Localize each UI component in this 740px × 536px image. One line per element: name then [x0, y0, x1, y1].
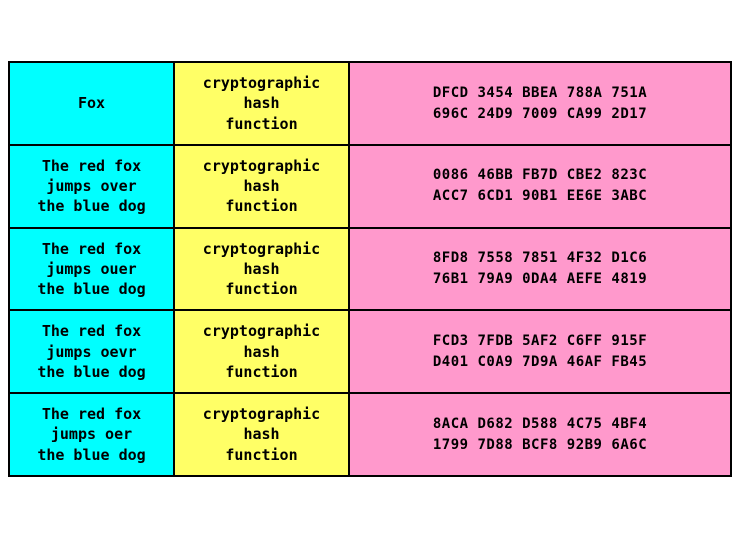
hash-cell-2: 8FD8 7558 7851 4F32 D1C6 76B1 79A9 0DA4 …: [350, 229, 730, 310]
input-cell-2: The red fox jumps ouer the blue dog: [10, 229, 175, 310]
main-container: Foxcryptographic hash functionDFCD 3454 …: [0, 53, 740, 483]
hash-cell-4: 8ACA D682 D588 4C75 4BF4 1799 7D88 BCF8 …: [350, 394, 730, 475]
row-1: The red fox jumps over the blue dogcrypt…: [8, 144, 732, 229]
hash-cell-1: 0086 46BB FB7D CBE2 823C ACC7 6CD1 90B1 …: [350, 146, 730, 227]
row-3: The red fox jumps oevr the blue dogcrypt…: [8, 309, 732, 394]
row-2: The red fox jumps ouer the blue dogcrypt…: [8, 227, 732, 312]
fn-cell-0: cryptographic hash function: [175, 63, 350, 144]
input-cell-1: The red fox jumps over the blue dog: [10, 146, 175, 227]
fn-cell-3: cryptographic hash function: [175, 311, 350, 392]
input-cell-0: Fox: [10, 63, 175, 144]
fn-cell-2: cryptographic hash function: [175, 229, 350, 310]
row-0: Foxcryptographic hash functionDFCD 3454 …: [8, 61, 732, 146]
row-4: The red fox jumps oer the blue dogcrypto…: [8, 392, 732, 477]
hash-cell-3: FCD3 7FDB 5AF2 C6FF 915F D401 C0A9 7D9A …: [350, 311, 730, 392]
input-cell-4: The red fox jumps oer the blue dog: [10, 394, 175, 475]
fn-cell-1: cryptographic hash function: [175, 146, 350, 227]
input-cell-3: The red fox jumps oevr the blue dog: [10, 311, 175, 392]
fn-cell-4: cryptographic hash function: [175, 394, 350, 475]
hash-cell-0: DFCD 3454 BBEA 788A 751A 696C 24D9 7009 …: [350, 63, 730, 144]
